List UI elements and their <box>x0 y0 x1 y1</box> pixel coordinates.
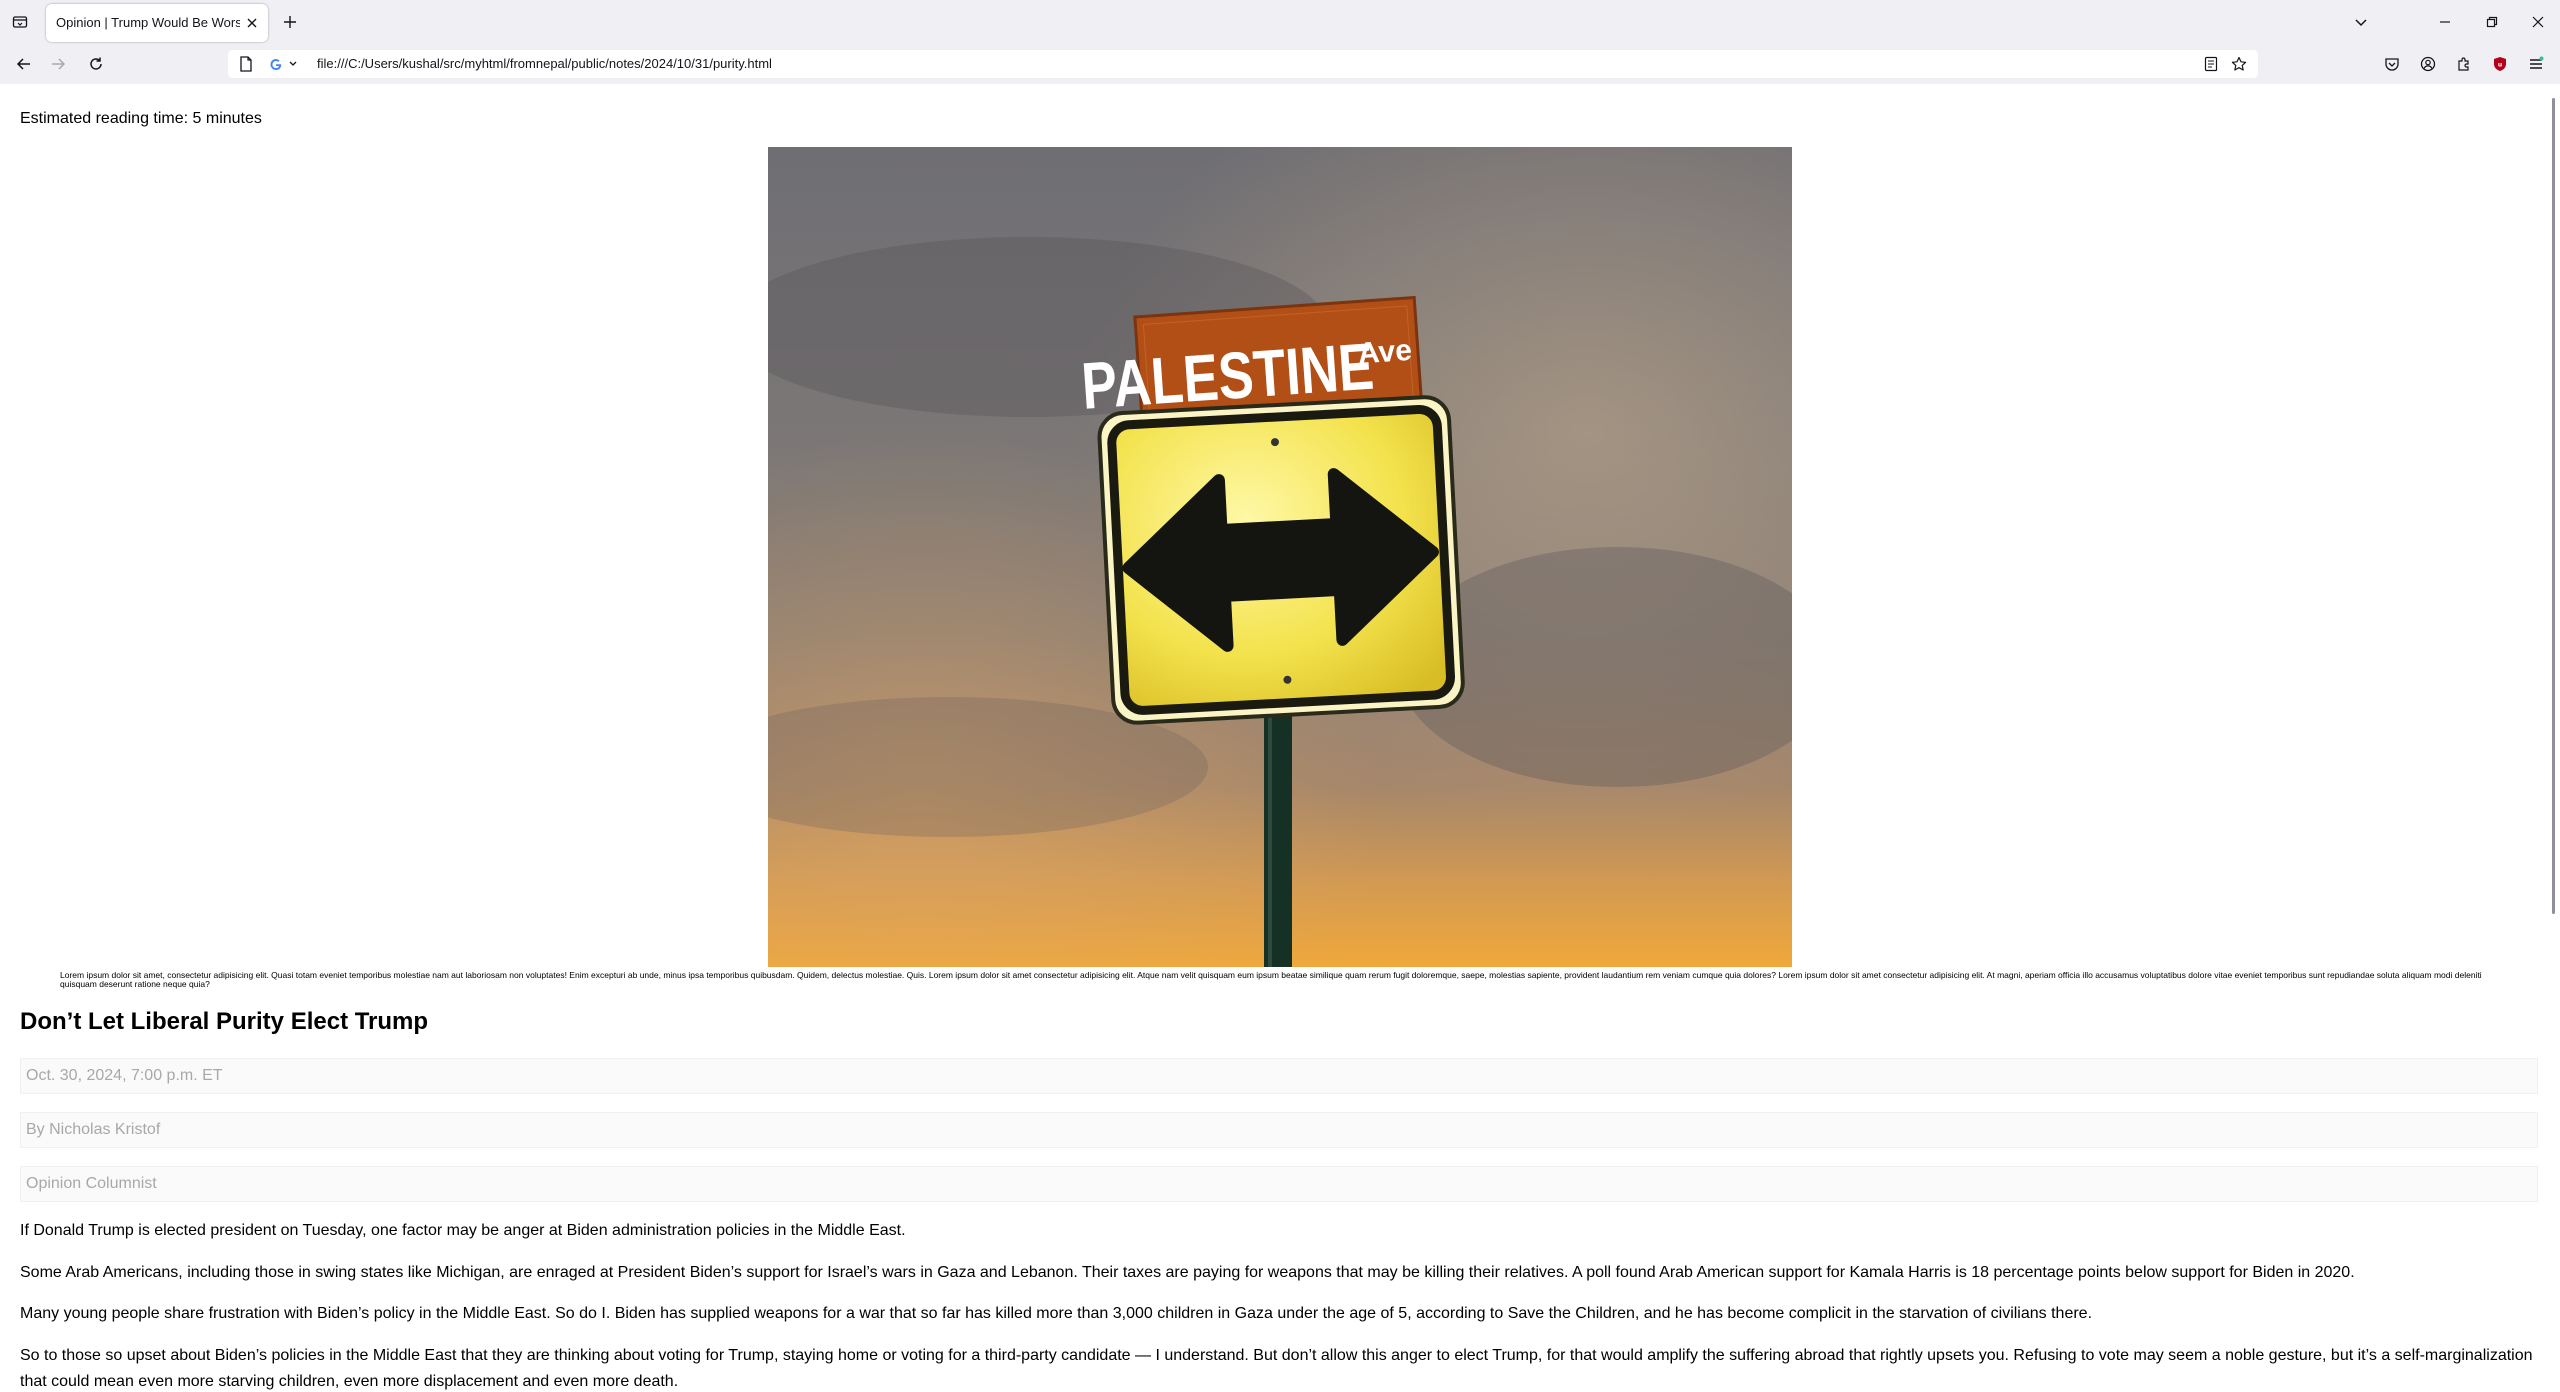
app-menu-button[interactable] <box>2524 52 2548 76</box>
image-caption: Lorem ipsum dolor sit amet, consectetur … <box>60 970 2482 989</box>
restore-icon <box>2486 16 2498 28</box>
article-paragraph-1: If Donald Trump is elected president on … <box>20 1222 906 1239</box>
reading-time: Estimated reading time: 5 minutes <box>20 110 262 127</box>
tab-title: Opinion | Trump Would Be Worse Than Bide… <box>56 15 240 30</box>
minimize-icon <box>2440 21 2450 23</box>
article-byline: By Nicholas Kristof <box>20 1112 2538 1148</box>
scrollbar-thumb[interactable] <box>2552 98 2555 914</box>
ublock-shield-icon: u <box>2494 57 2506 71</box>
search-engine-button[interactable] <box>268 56 298 72</box>
page-content: Estimated reading time: 5 minutes PALEST… <box>0 84 2548 1392</box>
pocket-button[interactable] <box>2380 52 2404 76</box>
article-paragraph-3: Many young people share frustration with… <box>20 1305 2093 1322</box>
vertical-scrollbar[interactable] <box>2548 84 2560 1392</box>
navigation-bar: file:///C:/Users/kushal/src/myhtml/fromn… <box>0 44 2560 84</box>
extensions-button[interactable] <box>2452 52 2476 76</box>
close-icon <box>2532 16 2544 28</box>
ublock-button[interactable]: u <box>2488 52 2512 76</box>
page-info-button[interactable] <box>238 56 254 72</box>
arrow-sign <box>1097 395 1465 725</box>
reader-view-button[interactable] <box>2203 56 2219 72</box>
tab-list-icon <box>12 16 28 28</box>
author-role: Opinion Columnist <box>20 1166 2538 1202</box>
close-window-button[interactable] <box>2524 8 2552 36</box>
street-suffix: Ave <box>1357 334 1413 371</box>
reload-button[interactable] <box>82 52 110 76</box>
article-headline: Don’t Let Liberal Purity Elect Trump <box>20 1008 429 1035</box>
extensions-icon <box>2458 57 2469 71</box>
article-paragraph-4: So to those so upset about Biden’s polic… <box>20 1347 2533 1390</box>
bookmark-button[interactable] <box>2231 56 2247 72</box>
minimize-button[interactable] <box>2431 8 2459 36</box>
svg-text:u: u <box>2498 62 2502 69</box>
close-icon <box>247 18 257 28</box>
reader-view-icon <box>2204 56 2218 72</box>
article-date: Oct. 30, 2024, 7:00 p.m. ET <box>20 1058 2538 1094</box>
article-paragraph-2: Some Arab Americans, including those in … <box>20 1264 2355 1281</box>
back-button[interactable] <box>10 52 38 76</box>
account-button[interactable] <box>2416 52 2440 76</box>
restore-button[interactable] <box>2478 8 2506 36</box>
tab-close-button[interactable] <box>244 15 260 31</box>
browser-chrome: Opinion | Trump Would Be Worse Than Bide… <box>0 0 2560 84</box>
url-bar[interactable]: file:///C:/Users/kushal/src/myhtml/fromn… <box>228 50 2258 78</box>
list-all-tabs-button[interactable] <box>2347 8 2375 36</box>
plus-icon <box>284 16 296 28</box>
file-icon <box>240 56 252 72</box>
hero-image: PALESTINE Ave <box>768 147 1792 967</box>
tab-bar: Opinion | Trump Would Be Worse Than Bide… <box>0 0 2560 44</box>
reload-icon <box>90 57 102 70</box>
google-icon <box>270 59 297 70</box>
back-arrow-icon <box>16 58 30 70</box>
new-tab-button[interactable] <box>278 10 302 34</box>
forward-button[interactable] <box>44 52 72 76</box>
account-icon <box>2420 56 2436 72</box>
active-tab[interactable]: Opinion | Trump Would Be Worse Than Bide… <box>46 4 268 42</box>
chevron-down-icon <box>2355 19 2367 27</box>
pocket-icon <box>2385 58 2399 71</box>
forward-arrow-icon <box>52 58 66 70</box>
tab-list-button[interactable] <box>8 10 32 34</box>
bookmark-star-icon <box>2231 56 2247 71</box>
app-menu-icon <box>2530 56 2544 69</box>
url-text: file:///C:/Users/kushal/src/myhtml/fromn… <box>317 56 772 71</box>
